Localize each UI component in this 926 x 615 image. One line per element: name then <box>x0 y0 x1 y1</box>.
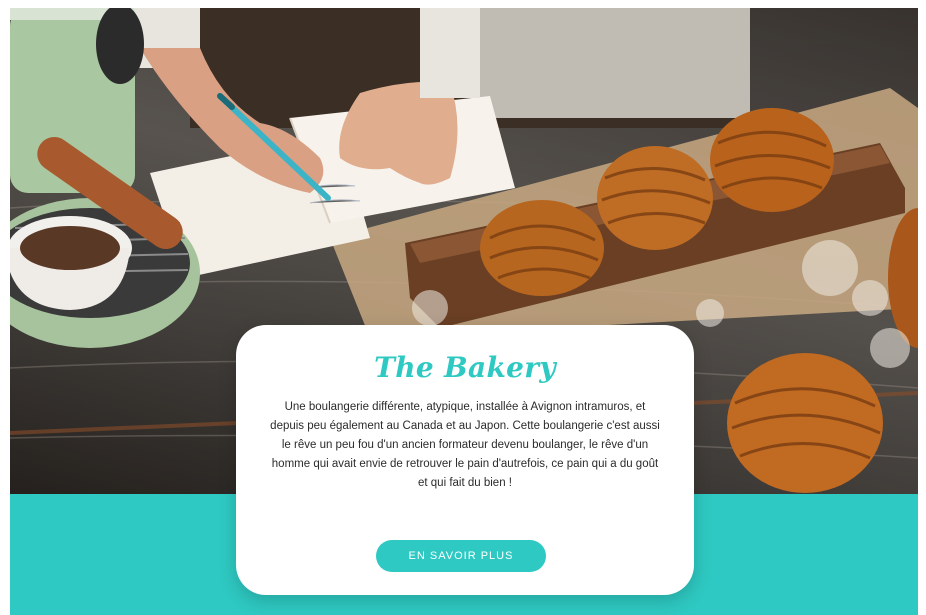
croissant-icon <box>597 146 713 250</box>
page: The Bakery Une boulangerie différente, a… <box>0 0 926 615</box>
card-description: Une boulangerie différente, atypique, in… <box>270 401 660 489</box>
learn-more-button[interactable]: EN SAVOIR PLUS <box>376 540 546 572</box>
croissant-icon <box>480 200 604 296</box>
card-title: The Bakery <box>374 351 556 384</box>
croissant-icon <box>727 353 883 493</box>
croissant-icon <box>710 108 834 212</box>
intro-card: The Bakery Une boulangerie différente, a… <box>236 325 694 595</box>
